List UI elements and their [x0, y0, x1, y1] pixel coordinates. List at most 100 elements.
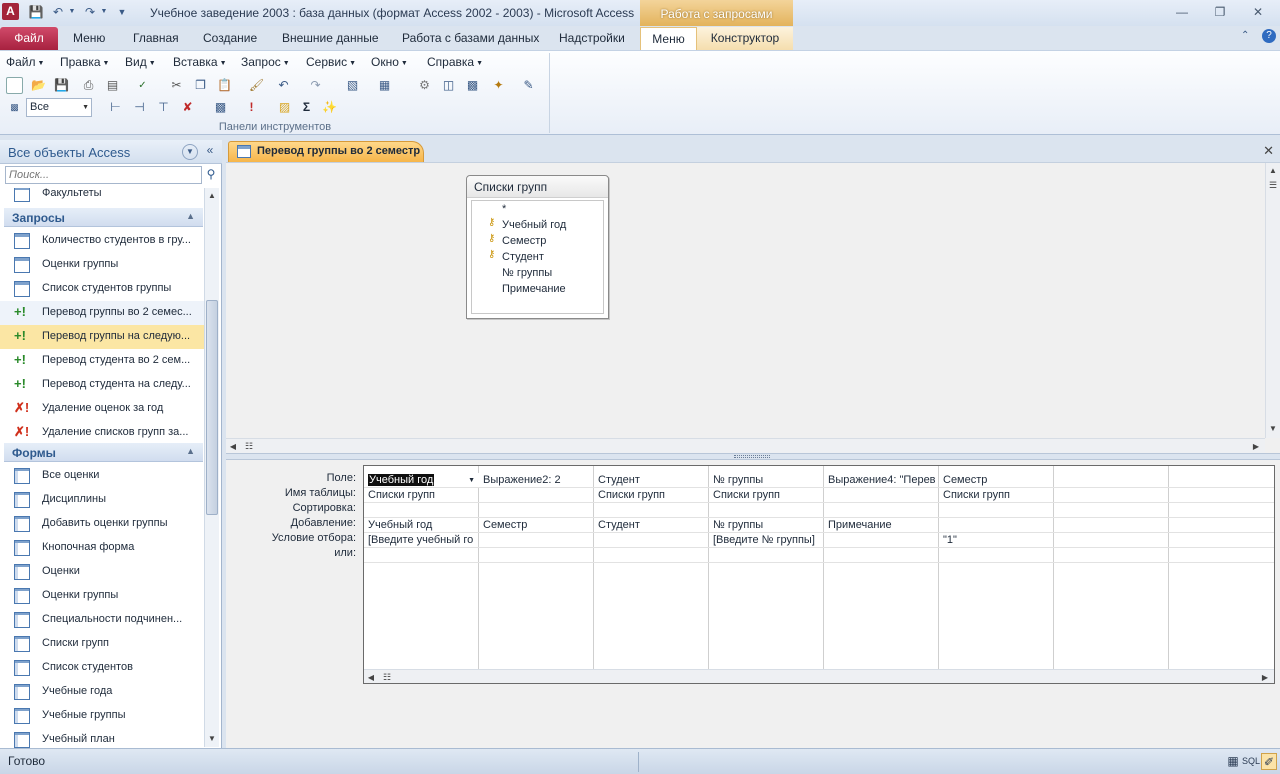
- run-query-icon[interactable]: !: [243, 99, 260, 116]
- nav-item-form[interactable]: Оценки: [0, 560, 204, 584]
- grid-cell-criteria[interactable]: [1054, 533, 1169, 548]
- scroll-thumb[interactable]: ☷: [380, 670, 394, 683]
- grid-cell-field[interactable]: [1169, 473, 1274, 488]
- tab-design[interactable]: Конструктор: [697, 27, 793, 50]
- nav-item-form[interactable]: Дисциплины: [0, 488, 204, 512]
- nav-search-input[interactable]: [5, 166, 202, 184]
- field-item[interactable]: *: [502, 203, 506, 215]
- query-type-icon[interactable]: ▩: [212, 99, 229, 116]
- grid-cell-or[interactable]: [709, 548, 824, 563]
- delete-columns-icon[interactable]: ✘: [179, 99, 196, 116]
- customize-qat-icon[interactable]: ▼: [114, 4, 130, 20]
- nav-item-query[interactable]: +! Перевод группы во 2 семес...: [0, 301, 204, 325]
- grid-cell-or[interactable]: [824, 548, 939, 563]
- grid-cell-field[interactable]: Выражение4: "Перев: [824, 473, 939, 488]
- properties-icon[interactable]: ◫: [440, 77, 457, 94]
- scroll-left-arrow-icon[interactable]: ◀: [364, 670, 378, 683]
- nav-item-form[interactable]: Специальности подчинен...: [0, 608, 204, 632]
- grid-cell-criteria[interactable]: "1": [939, 533, 1054, 548]
- scroll-thumb[interactable]: [206, 300, 218, 515]
- grid-cell-field[interactable]: Студент: [594, 473, 709, 488]
- office-links-icon[interactable]: ▧: [344, 77, 361, 94]
- menu-file[interactable]: Файл ▼: [6, 55, 44, 69]
- menu-help[interactable]: Справка ▼: [427, 55, 483, 69]
- grid-cell-append[interactable]: [939, 518, 1054, 533]
- nav-item-query[interactable]: +! Перевод студента на следу...: [0, 373, 204, 397]
- nav-item-form[interactable]: Учебные группы: [0, 704, 204, 728]
- splitter-grip[interactable]: [734, 455, 770, 458]
- grid-cell-table[interactable]: Списки групп: [364, 488, 479, 503]
- menu-window[interactable]: Окно ▼: [371, 55, 408, 69]
- redo-dropdown-icon[interactable]: ▼: [96, 4, 112, 20]
- grid-cell-append[interactable]: Примечание: [824, 518, 939, 533]
- grid-cell-table[interactable]: Списки групп: [939, 488, 1054, 503]
- scroll-thumb[interactable]: ☰: [1266, 178, 1280, 193]
- design-view-icon[interactable]: ✐: [1261, 753, 1277, 770]
- grid-cell-or[interactable]: [1169, 548, 1274, 563]
- nav-group-forms[interactable]: Формы ▲: [4, 443, 203, 462]
- nav-item-form[interactable]: Списки групп: [0, 632, 204, 656]
- print-icon[interactable]: ⎙: [80, 77, 97, 94]
- scroll-left-arrow-icon[interactable]: ◀: [226, 439, 240, 454]
- access-app-icon[interactable]: A: [2, 3, 19, 20]
- cut-icon[interactable]: ✂: [168, 77, 185, 94]
- nav-item-query[interactable]: +! Перевод студента во 2 сем...: [0, 349, 204, 373]
- nav-item-query[interactable]: Оценки группы: [0, 253, 204, 277]
- sql-view-icon[interactable]: SQL: [1242, 753, 1260, 770]
- menu-edit[interactable]: Правка ▼: [60, 55, 109, 69]
- nav-item-form[interactable]: Добавить оценки группы: [0, 512, 204, 536]
- nav-group-queries[interactable]: Запросы ▲: [4, 208, 203, 227]
- totals-icon[interactable]: Σ: [298, 99, 315, 116]
- field-item[interactable]: Студент: [502, 251, 544, 263]
- grid-cell-sort[interactable]: [364, 503, 479, 518]
- grid-cell-criteria[interactable]: [Введите учебный го: [364, 533, 479, 548]
- menu-view[interactable]: Вид ▼: [125, 55, 156, 69]
- grid-cell-field[interactable]: Выражение2: 2: [479, 473, 594, 488]
- grid-cell-append[interactable]: № группы: [709, 518, 824, 533]
- nav-item-query[interactable]: +! Перевод группы на следую...: [0, 325, 204, 349]
- grid-cell-sort[interactable]: [824, 503, 939, 518]
- nav-item-form[interactable]: Кнопочная форма: [0, 536, 204, 560]
- datasheet-view-icon[interactable]: ▦: [1224, 753, 1242, 770]
- code-icon[interactable]: ⚙: [416, 77, 433, 94]
- nav-menu-chevron-icon[interactable]: ▼: [182, 144, 198, 160]
- open-icon[interactable]: 📂: [30, 77, 47, 94]
- grid-cell-or[interactable]: [479, 548, 594, 563]
- grid-hscroll[interactable]: ◀ ☷ ▶: [364, 669, 1274, 683]
- save-icon[interactable]: 💾: [28, 4, 44, 20]
- nav-pane-header[interactable]: Все объекты Access ▼ «: [0, 140, 222, 164]
- nav-item-query[interactable]: ✗! Удаление оценок за год: [0, 397, 204, 421]
- grid-cell-field[interactable]: [1054, 473, 1169, 488]
- tab-file[interactable]: Файл: [0, 27, 58, 50]
- search-icon[interactable]: ⚲: [203, 167, 219, 183]
- grid-cell-criteria[interactable]: [824, 533, 939, 548]
- close-document-icon[interactable]: ✕: [1263, 143, 1274, 159]
- document-tab[interactable]: Перевод группы во 2 семестр: [228, 141, 424, 162]
- scroll-up-arrow-icon[interactable]: ▲: [1266, 163, 1280, 178]
- grid-cell-sort[interactable]: [594, 503, 709, 518]
- spelling-icon[interactable]: ✓: [134, 77, 151, 94]
- tab-create[interactable]: Создание: [203, 31, 257, 45]
- nav-scrollbar[interactable]: ▲ ▼: [204, 188, 219, 747]
- relationships-icon[interactable]: ▩: [464, 77, 481, 94]
- insert-rows-icon[interactable]: ⊢: [107, 99, 124, 116]
- pane-splitter[interactable]: [226, 453, 1280, 460]
- grid-cell-sort[interactable]: [479, 503, 594, 518]
- field-list-title[interactable]: Списки групп: [467, 176, 608, 198]
- build-icon[interactable]: ✎: [520, 77, 537, 94]
- grid-cell-criteria[interactable]: [594, 533, 709, 548]
- nav-item-query[interactable]: Список студентов группы: [0, 277, 204, 301]
- grid-cell-sort[interactable]: [1054, 503, 1169, 518]
- table-pane-hscroll[interactable]: ◀ ☷ ▶: [226, 438, 1265, 453]
- menu-insert[interactable]: Вставка ▼: [173, 55, 227, 69]
- grid-cell-field[interactable]: Учебный год ▼: [364, 473, 479, 488]
- grid-cell-append[interactable]: [1169, 518, 1274, 533]
- grid-cell-sort[interactable]: [1169, 503, 1274, 518]
- tab-addins[interactable]: Надстройки: [559, 31, 625, 45]
- grid-cell-table[interactable]: [824, 488, 939, 503]
- collapse-group-icon[interactable]: ▲: [186, 446, 195, 456]
- grid-cell-field[interactable]: № группы: [709, 473, 824, 488]
- dropdown-arrow-icon[interactable]: ▼: [468, 477, 475, 484]
- tab-database-tools[interactable]: Работа с базами данных: [402, 31, 539, 45]
- top-values-icon[interactable]: ▩: [6, 99, 23, 116]
